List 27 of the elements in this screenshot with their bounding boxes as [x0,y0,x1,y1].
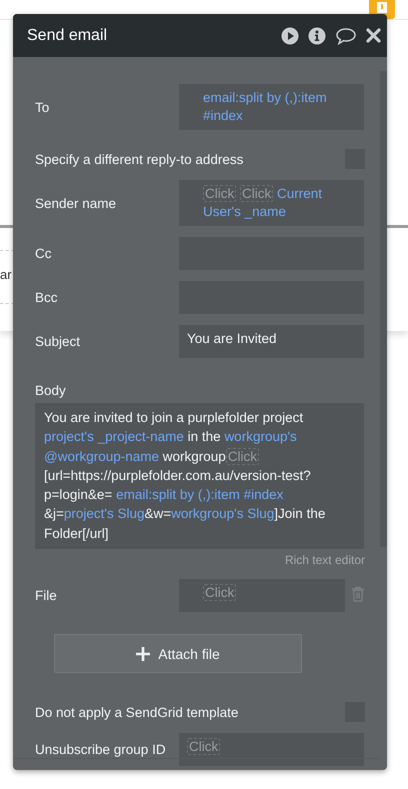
plus-icon [136,646,150,661]
rich-text-editor-link[interactable]: Rich text editor [284,553,365,568]
comment-icon[interactable] [335,26,357,44]
field-label: Sender name [35,194,118,212]
field-label: Unsubscribe group ID [35,741,167,758]
input-field[interactable]: You are Invited [179,325,364,358]
field-label: Cc [35,245,52,262]
field-label: Body [35,382,67,399]
input-field[interactable]: Click Click Current User's _name [179,180,364,226]
info-icon[interactable] [308,26,326,44]
body-field[interactable]: You are invited to join a purplefolder project project's _project-name in the workgroup's @workgroup-name workgroup Click [url=https://purplefolder.com.au/version-test?p=login&e= email:split by (,):item #index &j=project's Slug&w=workgroup's Slug]Join the Folder[/url] [35,403,364,550]
play-icon[interactable] [281,26,299,44]
close-icon[interactable] [366,28,381,43]
trash-icon[interactable] [351,586,365,602]
input-field[interactable]: Click [179,579,345,612]
input-field[interactable]: Click [179,733,364,766]
background-text: ar [0,267,12,282]
field-label: Subject [35,333,82,350]
field-label: Do not apply a SendGrid template [35,704,238,721]
window-title: Send email [27,26,108,44]
input-field[interactable]: email:split by (,):item #index [179,84,364,130]
field-label: To [35,98,50,116]
attach-file-button[interactable]: Attach file [54,634,302,674]
field-label: File [35,587,58,604]
field-label: Specify a different reply-to address [35,150,244,168]
field-label: Bcc [35,289,59,306]
scrollbar[interactable] [380,71,387,547]
